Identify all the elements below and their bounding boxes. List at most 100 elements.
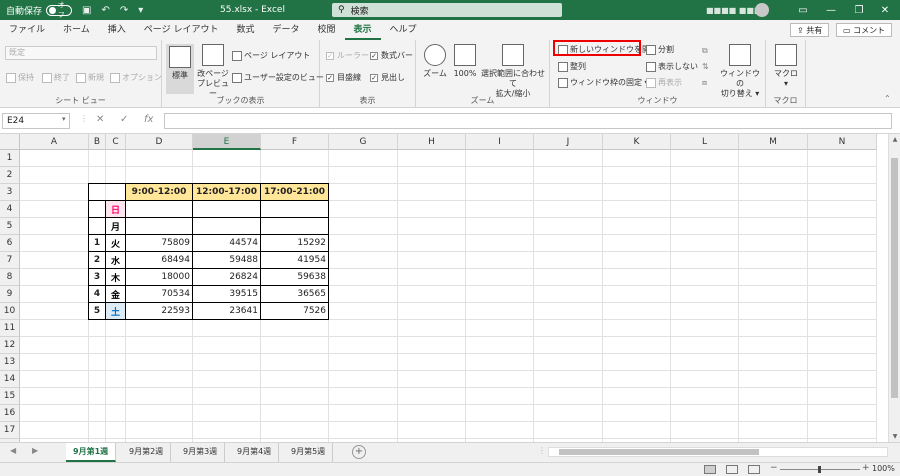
day-cell[interactable]: 日 bbox=[106, 201, 126, 218]
redo-icon[interactable]: ↷ bbox=[120, 5, 128, 16]
sheet-tab-week-5[interactable]: 9月第5週 bbox=[284, 443, 334, 462]
value-cell[interactable]: 75809 bbox=[126, 235, 193, 252]
row-header-8[interactable]: 8 bbox=[0, 269, 20, 286]
undo-icon[interactable]: ↶ bbox=[101, 5, 109, 16]
macros-button[interactable]: マクロ ▾ bbox=[772, 44, 800, 89]
tab-home[interactable]: ホーム bbox=[54, 20, 99, 40]
row-header-10[interactable]: 10 bbox=[0, 303, 20, 320]
page-break-status-icon[interactable] bbox=[748, 465, 760, 474]
value-cell[interactable]: 23641 bbox=[193, 303, 261, 320]
tab-review[interactable]: 校閲 bbox=[308, 20, 344, 40]
comments-button[interactable]: ▭ コメント bbox=[836, 23, 893, 37]
save-icon[interactable]: ▣ bbox=[82, 5, 91, 16]
value-cell[interactable]: 22593 bbox=[126, 303, 193, 320]
column-header-i[interactable]: I bbox=[466, 134, 534, 150]
table-header-cell[interactable]: 9:00-12:00 bbox=[126, 183, 193, 201]
row-header-12[interactable]: 12 bbox=[0, 337, 20, 354]
search-box[interactable]: ⚲ 検索 bbox=[332, 3, 562, 17]
freeze-panes-button[interactable]: ウィンドウ枠の固定 ▾ bbox=[558, 77, 649, 88]
formula-input[interactable] bbox=[164, 113, 892, 129]
column-header-b[interactable]: B bbox=[89, 134, 106, 150]
name-box-dropdown-icon[interactable]: ▾ bbox=[62, 115, 66, 123]
zoom-to-selection-button[interactable]: 選択範囲に合わせて 拡大/縮小 bbox=[478, 44, 548, 99]
row-header-5[interactable]: 5 bbox=[0, 218, 20, 235]
hide-button[interactable]: 表示しない bbox=[646, 61, 698, 72]
options-button[interactable]: オプション bbox=[110, 72, 162, 83]
zoom-in-icon[interactable]: + bbox=[862, 463, 870, 473]
name-box[interactable]: E24 bbox=[2, 113, 70, 129]
value-cell[interactable]: 44574 bbox=[193, 235, 261, 252]
enter-icon[interactable]: ✓ bbox=[120, 114, 128, 125]
day-cell[interactable]: 金 bbox=[106, 286, 126, 303]
sheet-tab-week-3[interactable]: 9月第3週 bbox=[176, 443, 226, 462]
value-cell[interactable]: 41954 bbox=[261, 252, 329, 269]
table-header-cell[interactable]: 12:00-17:00 bbox=[193, 183, 261, 201]
row-header-7[interactable]: 7 bbox=[0, 252, 20, 269]
row-number-cell[interactable]: 2 bbox=[88, 252, 106, 269]
headings-checkbox[interactable]: ✓ 見出し bbox=[370, 72, 405, 83]
row-header-14[interactable]: 14 bbox=[0, 371, 20, 388]
ruler-checkbox[interactable]: ✓ ルーラー bbox=[326, 50, 369, 61]
unhide-button[interactable]: 再表示 bbox=[646, 77, 682, 88]
customize-qat-icon[interactable]: ▾ bbox=[138, 5, 143, 16]
tab-help[interactable]: ヘルプ bbox=[381, 20, 426, 40]
row-header-2[interactable]: 2 bbox=[0, 167, 20, 184]
column-header-k[interactable]: K bbox=[603, 134, 671, 150]
exit-button[interactable]: 終了 bbox=[42, 72, 70, 83]
row-header-9[interactable]: 9 bbox=[0, 286, 20, 303]
formula-bar-checkbox[interactable]: ✓ 数式バー bbox=[370, 50, 413, 61]
zoom-slider[interactable] bbox=[780, 466, 860, 473]
value-cell[interactable]: 7526 bbox=[261, 303, 329, 320]
row-number-cell[interactable] bbox=[88, 218, 106, 235]
share-button[interactable]: ⇪ 共有 bbox=[790, 23, 830, 37]
value-cell[interactable]: 36565 bbox=[261, 286, 329, 303]
tab-split-handle-icon[interactable]: ⋮ bbox=[538, 446, 546, 455]
value-cell[interactable]: 59638 bbox=[261, 269, 329, 286]
minimize-icon[interactable]: — bbox=[818, 0, 844, 20]
arrange-all-button[interactable]: 整列 bbox=[558, 61, 586, 72]
page-layout-button[interactable]: ページ レイアウト bbox=[232, 50, 310, 61]
column-header-n[interactable]: N bbox=[808, 134, 877, 150]
value-cell[interactable] bbox=[193, 201, 261, 218]
value-cell[interactable] bbox=[193, 218, 261, 235]
page-break-preview-button[interactable]: 改ページ プレビュー bbox=[196, 44, 230, 99]
worksheet-grid[interactable]: ABCDEFGHIJKLMN12345678910111213141516171… bbox=[0, 134, 888, 442]
column-header-h[interactable]: H bbox=[398, 134, 466, 150]
row-number-cell[interactable]: 5 bbox=[88, 303, 106, 320]
add-sheet-icon[interactable]: + bbox=[352, 445, 366, 459]
avatar[interactable] bbox=[755, 3, 769, 17]
zoom-percentage[interactable]: 100% bbox=[872, 464, 895, 473]
user-name[interactable]: ■■■■ ■■■ bbox=[706, 6, 761, 15]
value-cell[interactable] bbox=[261, 201, 329, 218]
keep-button[interactable]: 保持 bbox=[6, 72, 34, 83]
column-header-c[interactable]: C bbox=[106, 134, 126, 150]
column-header-g[interactable]: G bbox=[329, 134, 398, 150]
collapse-ribbon-icon[interactable]: ⌃ bbox=[884, 94, 891, 103]
row-number-cell[interactable]: 3 bbox=[88, 269, 106, 286]
column-header-l[interactable]: L bbox=[671, 134, 739, 150]
next-sheet-icon[interactable]: ▶ bbox=[32, 446, 38, 455]
reset-position-icon[interactable]: ⧈ bbox=[702, 78, 707, 88]
zoom-slider-knob[interactable] bbox=[818, 466, 821, 473]
scroll-down-icon[interactable]: ▼ bbox=[889, 433, 900, 440]
insert-function-icon[interactable]: fx bbox=[144, 114, 153, 125]
vertical-scrollbar[interactable]: ▲ ▼ bbox=[888, 134, 900, 442]
tab-insert[interactable]: 挿入 bbox=[99, 20, 135, 40]
ribbon-display-icon[interactable]: ▭ bbox=[790, 0, 816, 20]
column-header-a[interactable]: A bbox=[20, 134, 89, 150]
autosave-toggle[interactable]: オフ bbox=[46, 1, 73, 19]
value-cell[interactable]: 39515 bbox=[193, 286, 261, 303]
column-header-d[interactable]: D bbox=[126, 134, 193, 150]
value-cell[interactable]: 15292 bbox=[261, 235, 329, 252]
sheet-tab-week-1[interactable]: 9月第1週 bbox=[66, 443, 117, 462]
tab-file[interactable]: ファイル bbox=[0, 20, 54, 40]
zoom-button[interactable]: ズーム bbox=[422, 44, 448, 79]
sheet-view-dropdown[interactable]: 既定 bbox=[5, 46, 157, 60]
normal-view-button[interactable]: 標準 bbox=[166, 44, 194, 94]
value-cell[interactable]: 26824 bbox=[193, 269, 261, 286]
gridlines-checkbox[interactable]: ✓ 目盛線 bbox=[326, 72, 361, 83]
horizontal-scroll-thumb[interactable] bbox=[559, 449, 759, 455]
tab-formulas[interactable]: 数式 bbox=[227, 20, 263, 40]
row-header-16[interactable]: 16 bbox=[0, 405, 20, 422]
value-cell[interactable]: 59488 bbox=[193, 252, 261, 269]
